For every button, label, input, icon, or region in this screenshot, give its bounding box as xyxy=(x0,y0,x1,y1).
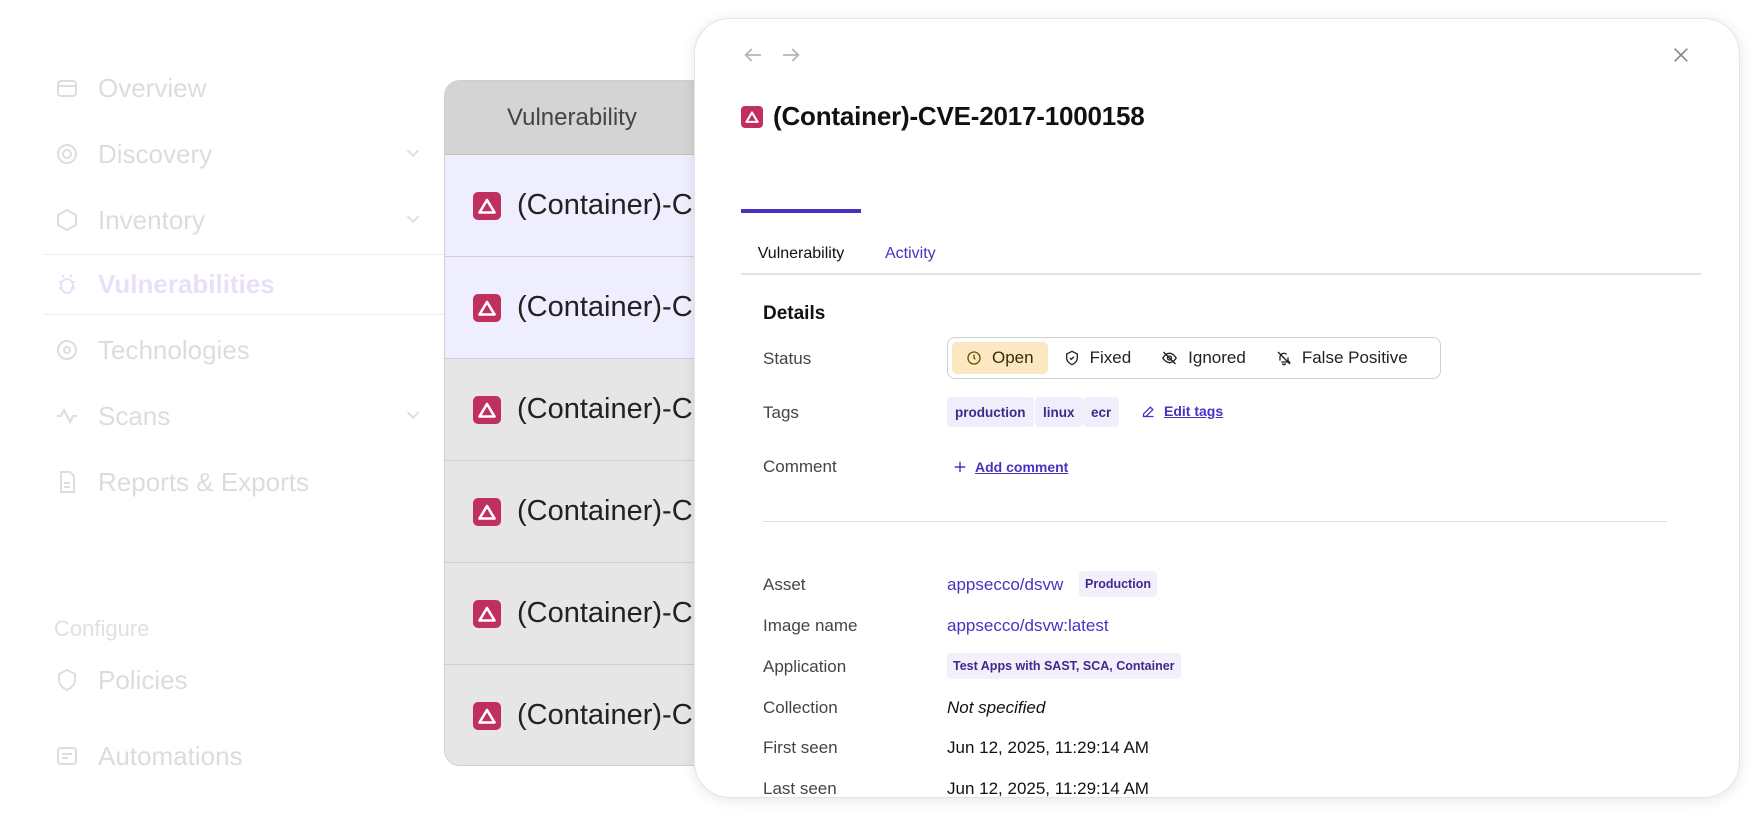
chevron-down-icon[interactable] xyxy=(402,404,424,431)
vulnerability-name: (Container)-C xyxy=(517,699,693,731)
tag-production[interactable]: production xyxy=(947,397,1034,427)
environment-badge: Production xyxy=(1079,571,1157,597)
collection-label: Collection xyxy=(763,698,838,717)
tags-label: Tags xyxy=(763,403,799,422)
tab-activity[interactable]: Activity xyxy=(885,209,936,275)
chevron-down-icon[interactable] xyxy=(402,142,424,169)
plus-icon xyxy=(953,460,967,474)
close-icon[interactable] xyxy=(1669,43,1693,67)
nav-divider xyxy=(44,254,444,255)
tab-vulnerability[interactable]: Vulnerability xyxy=(741,209,861,275)
shield-icon xyxy=(54,667,80,693)
configure-section-label: Configure xyxy=(54,616,150,641)
critical-severity-icon xyxy=(473,701,501,730)
asset-label: Asset xyxy=(763,575,806,594)
status-false-positive-option[interactable]: False Positive xyxy=(1262,342,1422,374)
nav-divider xyxy=(44,314,444,315)
critical-severity-icon xyxy=(473,599,501,628)
status-label: Status xyxy=(763,349,812,368)
home-icon xyxy=(54,75,80,101)
sidebar-item-overview[interactable]: Overview xyxy=(54,68,424,108)
sidebar-item-policies[interactable]: Policies xyxy=(54,660,424,700)
sidebar-item-scans[interactable]: Scans xyxy=(54,396,424,436)
image-name-link[interactable]: appsecco/dsvw:latest xyxy=(947,616,1109,636)
panel-title-row: (Container)-CVE-2017-1000158 xyxy=(741,101,1145,132)
critical-severity-icon xyxy=(741,105,763,128)
application-label: Application xyxy=(763,657,847,676)
cube-icon xyxy=(54,207,80,233)
tag-ecr[interactable]: ecr xyxy=(1083,397,1120,427)
sidebar-item-discovery[interactable]: Discovery xyxy=(54,134,424,174)
vulnerability-name: (Container)-C xyxy=(517,393,693,425)
arrow-left-icon[interactable] xyxy=(741,43,765,67)
last-seen-value: Jun 12, 2025, 11:29:14 AM xyxy=(947,779,1149,798)
sidebar-item-vulnerabilities[interactable]: Vulnerabilities xyxy=(54,264,424,304)
critical-severity-icon xyxy=(473,497,501,526)
details-heading: Details xyxy=(763,303,826,324)
radar-icon xyxy=(54,141,80,167)
report-icon xyxy=(54,469,80,495)
application-badge[interactable]: Test Apps with SAST, SCA, Container xyxy=(947,653,1181,679)
critical-severity-icon xyxy=(473,395,501,424)
panel-navigation xyxy=(741,43,803,67)
tag-linux[interactable]: linux xyxy=(1035,397,1083,427)
critical-severity-icon xyxy=(473,293,501,322)
bell-off-icon xyxy=(1276,350,1292,366)
clock-icon xyxy=(966,350,982,366)
vulnerability-name: (Container)-C xyxy=(517,597,693,629)
wave-icon xyxy=(54,403,80,429)
sidebar-item-technologies[interactable]: Technologies xyxy=(54,330,424,370)
status-selector: Open Fixed Ignored False Positive xyxy=(947,337,1441,379)
chevron-down-icon[interactable] xyxy=(402,208,424,235)
status-open-option[interactable]: Open xyxy=(952,342,1048,374)
vulnerability-detail-panel: (Container)-CVE-2017-1000158 Vulnerabili… xyxy=(694,18,1740,798)
sidebar: Overview Discovery Inventory Vulnerabili… xyxy=(0,0,444,822)
status-ignored-option[interactable]: Ignored xyxy=(1147,342,1260,374)
pencil-icon xyxy=(1141,404,1156,419)
comment-label: Comment xyxy=(763,457,837,476)
collection-value: Not specified xyxy=(947,698,1046,717)
panel-tabs: Vulnerability Activity xyxy=(741,209,1701,275)
eye-off-icon xyxy=(1161,350,1178,366)
section-divider xyxy=(763,521,1667,522)
vulnerability-name: (Container)-C xyxy=(517,189,693,221)
sidebar-item-automations[interactable]: Automations xyxy=(54,736,424,776)
page-title: (Container)-CVE-2017-1000158 xyxy=(773,101,1145,131)
add-comment-button[interactable]: Add comment xyxy=(953,459,1068,475)
first-seen-label: First seen xyxy=(763,738,838,757)
sidebar-item-inventory[interactable]: Inventory xyxy=(54,200,424,240)
status-fixed-option[interactable]: Fixed xyxy=(1050,342,1146,374)
first-seen-value: Jun 12, 2025, 11:29:14 AM xyxy=(947,738,1149,757)
critical-severity-icon xyxy=(473,191,501,220)
vulnerability-name: (Container)-C xyxy=(517,291,693,323)
image-name-label: Image name xyxy=(763,616,858,635)
bug-icon xyxy=(54,271,80,297)
vulnerability-name: (Container)-C xyxy=(517,495,693,527)
sidebar-item-reports[interactable]: Reports & Exports xyxy=(54,462,424,502)
automation-icon xyxy=(54,743,80,769)
arrow-right-icon[interactable] xyxy=(779,43,803,67)
gear-icon xyxy=(54,337,80,363)
shield-check-icon xyxy=(1064,350,1080,366)
asset-link[interactable]: appsecco/dsvw xyxy=(947,575,1063,595)
edit-tags-button[interactable]: Edit tags xyxy=(1141,403,1223,419)
last-seen-label: Last seen xyxy=(763,779,837,798)
